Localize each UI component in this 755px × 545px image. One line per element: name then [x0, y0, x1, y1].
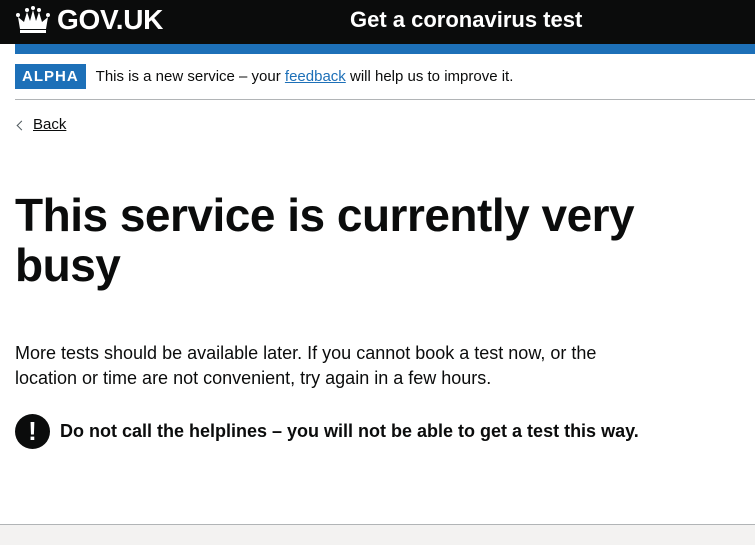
feedback-link[interactable]: feedback: [285, 68, 346, 85]
govuk-logo-link[interactable]: GOV.UK: [15, 4, 163, 36]
phase-text-before: This is a new service – your: [95, 68, 285, 85]
page-title: This service is currently very busy: [15, 189, 635, 291]
back-link-container[interactable]: Back: [15, 115, 66, 135]
phase-banner-text: This is a new service – your feedback wi…: [96, 64, 514, 89]
page-footer: [0, 524, 755, 545]
warning-icon: !: [15, 414, 50, 449]
logo-text: GOV.UK: [57, 4, 164, 35]
warning-text: Do not call the helplines – you will not…: [60, 421, 639, 441]
back-link[interactable]: Back: [33, 115, 66, 135]
phase-banner: ALPHA This is a new service – your feedb…: [15, 64, 755, 100]
header-blue-bar: [15, 44, 755, 54]
chevron-left-icon: [16, 120, 27, 130]
phase-tag: ALPHA: [15, 64, 86, 89]
phase-text-after: will help us to improve it.: [345, 68, 514, 85]
govuk-header: GOV.UK Get a coronavirus test: [0, 0, 755, 44]
crown-icon: [16, 6, 50, 33]
body-paragraph: More tests should be available later. If…: [15, 343, 597, 388]
service-name-link[interactable]: Get a coronavirus test: [350, 4, 582, 36]
warning-text-block: ! Do not call the helplines – you will n…: [15, 414, 715, 449]
